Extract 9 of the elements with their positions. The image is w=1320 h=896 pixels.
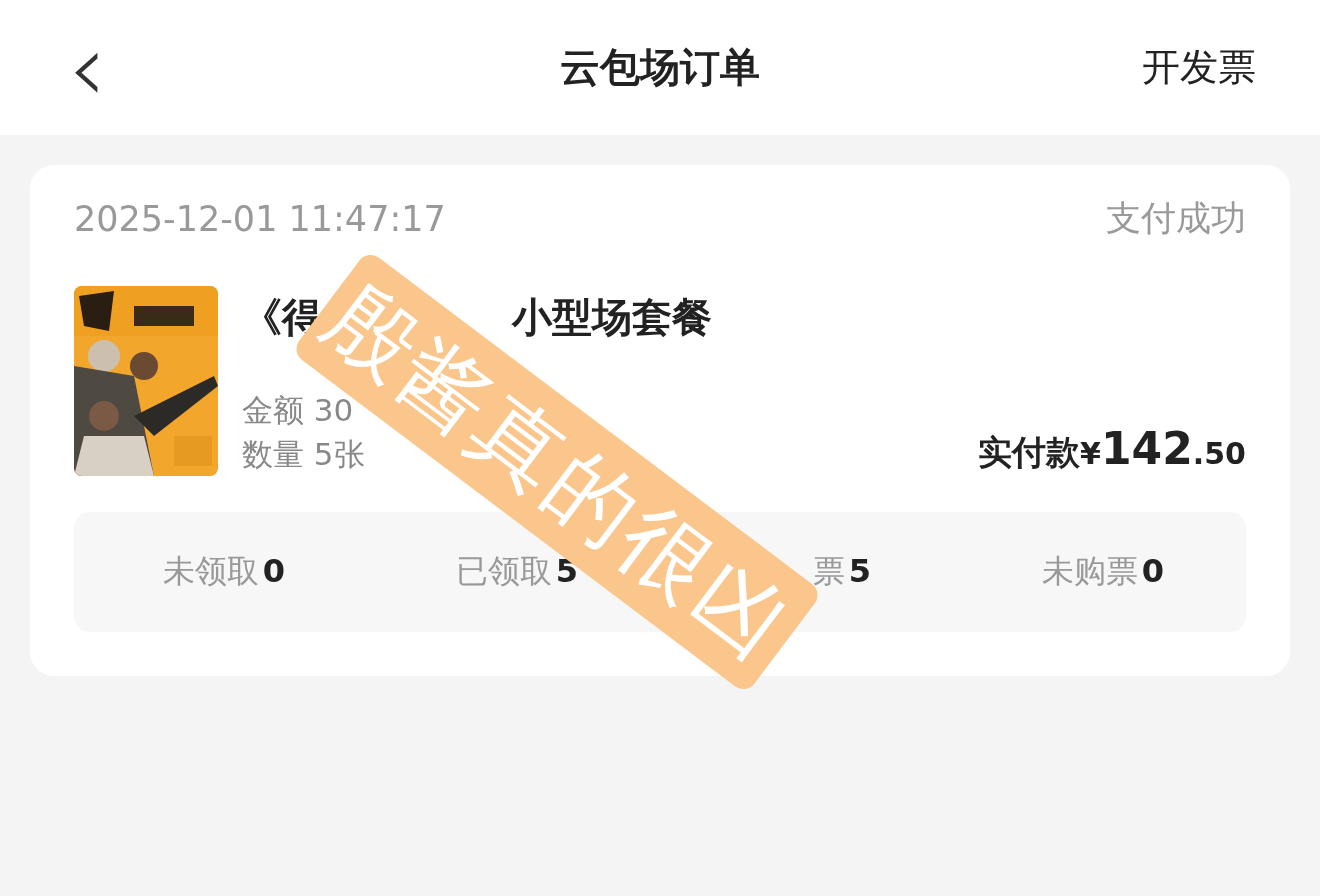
page-title: 云包场订单 bbox=[559, 43, 761, 92]
package-title: 小型场套餐 bbox=[512, 293, 712, 342]
paid-amount: 实付款¥142.50 bbox=[978, 423, 1246, 476]
order-status: 支付成功 bbox=[1106, 197, 1246, 240]
order-time: 2025-12-01 11:47:17 bbox=[74, 198, 446, 239]
back-button[interactable]: ‹ bbox=[64, 22, 111, 113]
ticket-stat: 未领取0 bbox=[162, 551, 285, 592]
ticket-stat: 未购票0 bbox=[1041, 551, 1164, 592]
invoice-button[interactable]: 开发票 bbox=[1142, 42, 1256, 93]
